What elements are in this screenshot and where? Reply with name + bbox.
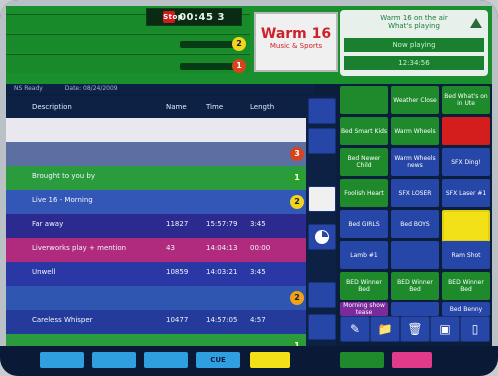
cart-button[interactable] [391,241,439,269]
table-row[interactable]: Far away 11827 15:57:79 3:45 [6,214,306,239]
table-row[interactable]: 2 [6,286,306,311]
bottom-button-7[interactable] [392,352,432,368]
clock-icon[interactable] [308,224,336,250]
cart-button[interactable]: Ram Shot [442,241,490,269]
table-row[interactable]: Liverworks play + mention 43 14:04:13 00… [6,238,306,263]
sub-header-date: Date: 08/24/2009 [64,85,118,92]
status-badge-bottom: 1 [232,59,246,73]
bottom-bar: CUE [0,346,498,376]
status-badge: 3 [290,147,304,161]
status-badge: 2 [290,291,304,305]
cart-button[interactable]: Bed Smart Kids [340,117,388,145]
cart-button[interactable]: Bed What's on in Ute [442,86,490,114]
countdown-timer: Stop 00:45 3 [146,8,242,26]
logo-corner-icon [470,18,482,28]
station-logo: Warm 16 Music & Sports [254,12,338,72]
cart-button[interactable]: Lamb #1 [340,241,388,269]
info-line-1: Warm 16 on the air [380,14,448,22]
table-row[interactable]: Live 16 - Morning 2 [6,190,306,215]
sub-header: NS Ready Date: 08/24/2009 [6,84,314,94]
edit-icon[interactable]: ✎ [340,316,370,342]
table-row[interactable]: Unwell 10859 14:03:21 3:45 [6,262,306,287]
cart-button[interactable] [391,302,439,316]
col-name[interactable]: Name [166,103,187,111]
playlist-header: Description Name Time Length [6,96,306,118]
side-controls [306,96,336,346]
status-pill-2 [180,63,240,70]
cart-button[interactable]: BED Winner Bed [442,272,490,300]
status-badge-top: 2 [232,37,246,51]
cart-button[interactable]: BED Winner Bed [391,272,439,300]
extra-icon[interactable]: ▯ [460,316,490,342]
folder-icon[interactable]: 📁 [370,316,400,342]
cart-button[interactable]: Foolish Heart [340,179,388,207]
sub-header-left: NS Ready [14,85,43,92]
cart-button[interactable]: SFX Laser #1 [442,179,490,207]
bottom-button-3[interactable] [144,352,188,368]
status-badge: 1 [290,171,304,185]
table-row[interactable]: Careless Whisper 10477 14:57:05 4:57 [6,310,306,335]
bottom-button-1[interactable] [40,352,84,368]
cart-button[interactable]: Warm Wheels news [391,148,439,176]
status-badge: 2 [290,195,304,209]
cart-button[interactable]: Bed BOYS [391,210,439,238]
trash-icon[interactable]: 🗑 [400,316,430,342]
logo-main-text: Warm 16 [260,26,332,42]
cart-button[interactable]: SFX LOSER [391,179,439,207]
clock-bar: 12:34:56 [344,56,484,70]
cart-button[interactable]: Bed Newer Child [340,148,388,176]
side-button-4[interactable] [308,314,336,340]
cart-toolbar: ✎ 📁 🗑 ▣ ▯ [340,316,490,342]
bottom-button-5[interactable] [250,352,290,368]
screen-icon[interactable]: ▣ [430,316,460,342]
side-button-2[interactable] [308,128,336,154]
side-button-3[interactable] [308,282,336,308]
cart-button[interactable]: Warm Wheels [391,117,439,145]
col-length[interactable]: Length [250,103,274,111]
cart-button[interactable]: Bed GIRLS [340,210,388,238]
stop-button[interactable]: Stop [163,11,183,23]
table-row[interactable]: 3 [6,142,306,167]
cart-button[interactable] [442,210,490,242]
cart-button[interactable]: Morning show tease [340,302,388,316]
cart-button[interactable]: Weather Close [391,86,439,114]
calendar-icon[interactable] [308,186,336,212]
now-playing-panel: Warm 16 on the air What's playing Now pl… [340,10,488,76]
status-pill-1 [180,41,240,48]
app-window: Stop 00:45 3 2 1 Warm 16 Music & Sports … [0,0,498,376]
cart-wall: Weather Close Bed What's on in Ute Bed S… [340,86,490,316]
timer-value: 00:45 [179,11,214,23]
bottom-button-2[interactable] [92,352,136,368]
bottom-button-6[interactable] [340,352,384,368]
cue-button[interactable]: CUE [196,352,240,368]
table-row[interactable] [6,118,306,143]
info-line-2: What's playing [388,22,440,30]
side-button-1[interactable] [308,98,336,124]
cart-button[interactable]: Bed Benny [442,302,490,316]
cart-button[interactable] [442,117,490,145]
col-description[interactable]: Description [32,103,72,111]
now-playing-bar: Now playing [344,38,484,52]
logo-sub-text: Music & Sports [269,42,323,50]
col-time[interactable]: Time [206,103,223,111]
table-row[interactable]: Brought to you by 1 [6,166,306,191]
cart-button[interactable] [340,86,388,114]
cart-button[interactable]: BED Winner Bed [340,272,388,300]
timer-extra: 3 [217,11,225,23]
cart-button[interactable]: SFX Ding! [442,148,490,176]
playlist: 3 Brought to you by 1 Live 16 - Morning … [6,118,306,359]
